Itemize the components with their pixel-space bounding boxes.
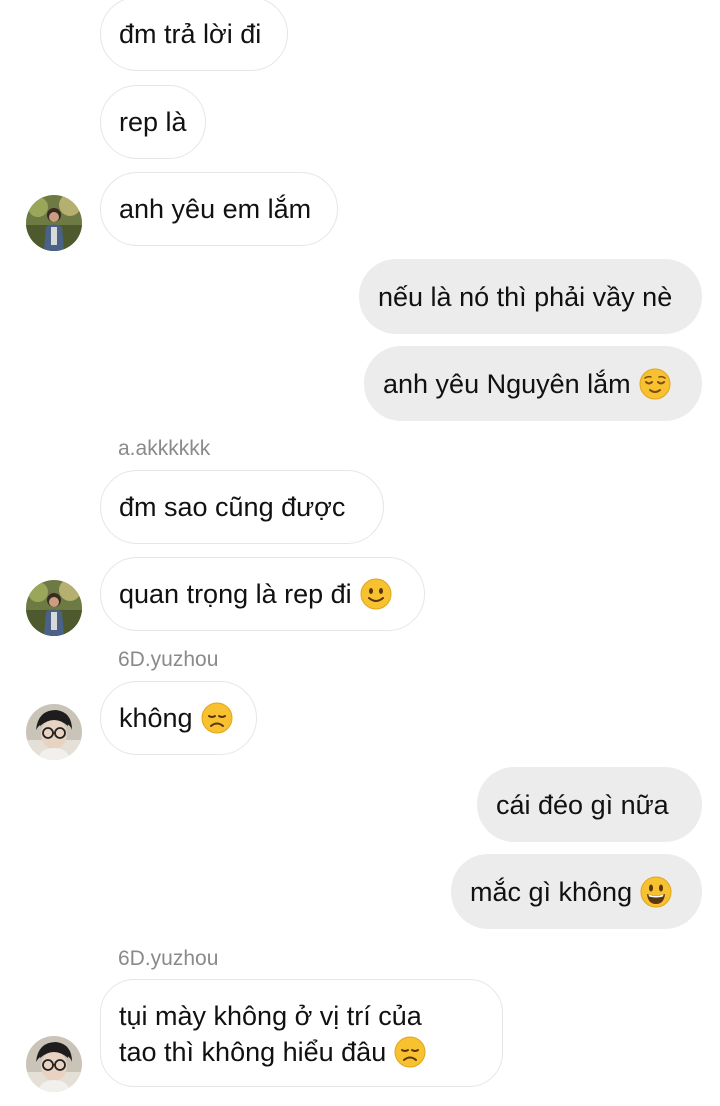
message-text-line: tao thì không hiểu đâu bbox=[119, 1037, 387, 1067]
slightly-smiling-face-icon bbox=[360, 578, 392, 610]
message-bubble-incoming[interactable]: đm trả lời đi bbox=[100, 0, 288, 71]
message-text: rep là bbox=[119, 107, 187, 137]
sender-name: 6D.yuzhou bbox=[118, 947, 219, 970]
avatar[interactable] bbox=[26, 195, 82, 251]
message-text: quan trọng là rep đi bbox=[119, 579, 352, 609]
message-bubble-incoming[interactable]: rep là bbox=[100, 85, 206, 159]
message-text: cái đéo gì nữa bbox=[496, 789, 669, 820]
disappointed-face-icon bbox=[394, 1036, 426, 1068]
avatar[interactable] bbox=[26, 580, 82, 636]
message-text: đm trả lời đi bbox=[119, 19, 262, 49]
message-bubble-outgoing[interactable]: nếu là nó thì phải vầy nè bbox=[359, 259, 702, 334]
message-bubble-incoming[interactable]: đm sao cũng được bbox=[100, 470, 384, 544]
avatar[interactable] bbox=[26, 1036, 82, 1092]
sender-name: 6D.yuzhou bbox=[118, 648, 219, 671]
avatar[interactable] bbox=[26, 704, 82, 760]
message-text-line: tụi mày không ở vị trí của bbox=[119, 1001, 422, 1031]
grinning-face-icon bbox=[640, 876, 672, 908]
message-bubble-incoming[interactable]: không bbox=[100, 681, 257, 755]
message-text: không bbox=[119, 703, 193, 733]
message-text: anh yêu Nguyên lắm bbox=[383, 368, 631, 399]
message-bubble-incoming[interactable]: quan trọng là rep đi bbox=[100, 557, 425, 631]
message-bubble-outgoing[interactable]: mắc gì không bbox=[451, 854, 702, 929]
message-text: anh yêu em lắm bbox=[119, 194, 312, 224]
message-text: đm sao cũng được bbox=[119, 492, 346, 522]
disappointed-face-icon bbox=[201, 702, 233, 734]
relieved-face-icon bbox=[639, 368, 671, 400]
message-text: mắc gì không bbox=[470, 876, 633, 907]
sender-name: a.akkkkkk bbox=[118, 437, 211, 460]
message-bubble-outgoing[interactable]: cái đéo gì nữa bbox=[477, 767, 702, 842]
message-bubble-incoming[interactable]: tụi mày không ở vị trí của tao thì không… bbox=[100, 979, 503, 1087]
message-bubble-outgoing[interactable]: anh yêu Nguyên lắm bbox=[364, 346, 702, 421]
message-bubble-incoming[interactable]: anh yêu em lắm bbox=[100, 172, 338, 246]
message-text: nếu là nó thì phải vầy nè bbox=[378, 281, 673, 312]
chat-thread[interactable]: đm trả lời đi rep là anh yêu em lắm nếu … bbox=[0, 0, 720, 1106]
message-text-line-with-emoji: tao thì không hiểu đâu bbox=[119, 1034, 426, 1070]
